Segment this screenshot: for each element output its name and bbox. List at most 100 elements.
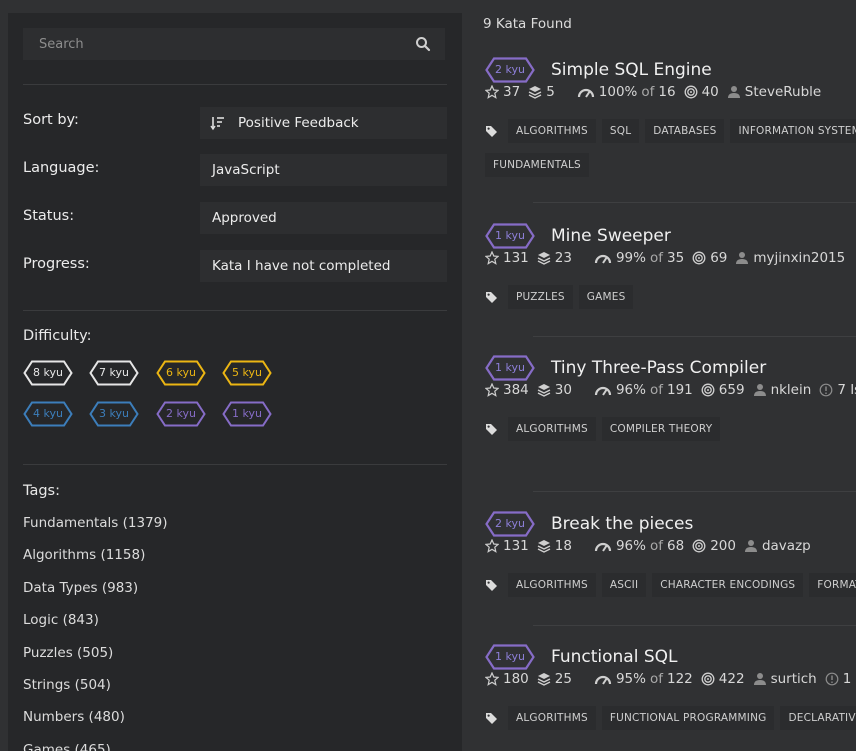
difficulty-4-kyu[interactable]: 4 kyu xyxy=(23,401,73,427)
kata-results: 9 Kata Found 2 kyu Simple SQL Engine 37 5 10… xyxy=(463,0,856,751)
kata-author-link[interactable]: surtich xyxy=(771,671,817,687)
of-word: of xyxy=(649,671,663,687)
kata-stats: 180 25 95% of 122 422 surtich 1 xyxy=(485,671,856,687)
author-icon xyxy=(744,540,757,552)
kata-card: 2 kyu Break the pieces 131 18 96% of 68 200 dava… xyxy=(463,511,856,641)
kata-rank-label: 1 kyu xyxy=(495,361,525,374)
language-select[interactable]: JavaScript xyxy=(200,154,447,186)
satisfaction-icon xyxy=(594,254,612,264)
kata-title-link[interactable]: Tiny Three-Pass Compiler xyxy=(551,355,766,381)
kata-votes: 35 xyxy=(667,250,685,266)
star-icon xyxy=(485,85,499,99)
difficulty-2-kyu[interactable]: 2 kyu xyxy=(156,401,206,427)
kata-title-link[interactable]: Functional SQL xyxy=(551,644,678,670)
difficulty-1-kyu[interactable]: 1 kyu xyxy=(222,401,272,427)
difficulty-label: 5 kyu xyxy=(232,366,262,379)
collections-icon xyxy=(537,540,551,553)
kata-tag[interactable]: INFORMATION SYSTEMS xyxy=(730,119,856,143)
tag-filter-item[interactable]: Algorithms (1158) xyxy=(23,547,168,579)
tag-icon xyxy=(486,423,497,435)
kata-tag[interactable]: ALGORITHMS xyxy=(508,417,596,441)
kata-tags: ALGORITHMS SQL DATABASES INFORMATION SYSTEM… xyxy=(485,119,856,143)
kata-tag[interactable]: ALGORITHMS xyxy=(508,119,596,143)
kata-tag[interactable]: DECLARATIVE P xyxy=(780,706,856,730)
kata-rank-label: 2 kyu xyxy=(495,63,525,76)
status-value: Approved xyxy=(212,210,277,226)
difficulty-7-kyu[interactable]: 7 kyu xyxy=(89,360,139,386)
status-select[interactable]: Approved xyxy=(200,202,447,234)
kata-tag[interactable]: ALGORITHMS xyxy=(508,573,596,597)
search-icon[interactable] xyxy=(415,36,431,52)
tag-filter-item[interactable]: Games (465) xyxy=(23,742,168,751)
kata-title-link[interactable]: Simple SQL Engine xyxy=(551,57,712,83)
satisfaction-icon xyxy=(594,386,612,396)
tag-filter-item[interactable]: Numbers (480) xyxy=(23,709,168,741)
sort-label: Sort by: xyxy=(23,112,79,128)
tag-filter-item[interactable]: Logic (843) xyxy=(23,612,168,644)
difficulty-label: 2 kyu xyxy=(166,407,196,420)
kata-author-link[interactable]: davazp xyxy=(762,538,811,554)
divider xyxy=(23,84,447,85)
kata-author-link[interactable]: myjinxin2015 xyxy=(753,250,845,266)
kata-tag[interactable]: COMPILER THEORY xyxy=(601,417,721,441)
search-input[interactable] xyxy=(37,35,415,53)
kata-stats: 37 5 100% of 16 40 SteveRuble xyxy=(485,84,829,100)
difficulty-6-kyu[interactable]: 6 kyu xyxy=(156,360,206,386)
tag-filter-item[interactable]: Strings (504) xyxy=(23,677,168,709)
difficulty-label: 3 kyu xyxy=(99,407,129,420)
kata-tag[interactable]: GAMES xyxy=(578,285,634,309)
kata-tag[interactable]: SQL xyxy=(601,119,640,143)
issues-icon xyxy=(825,672,839,686)
kata-rank-label: 2 kyu xyxy=(495,517,525,530)
kata-tag[interactable]: ASCII xyxy=(601,573,647,597)
kata-tag[interactable]: FORMATS xyxy=(809,573,856,597)
kata-tag[interactable]: ALGORITHMS xyxy=(508,706,596,730)
kata-completed: 659 xyxy=(718,382,745,398)
tag-icon xyxy=(486,125,497,137)
difficulty-3-kyu[interactable]: 3 kyu xyxy=(89,401,139,427)
progress-label: Progress: xyxy=(23,256,90,272)
kata-author-link[interactable]: nklein xyxy=(771,382,812,398)
sort-select[interactable]: Positive Feedback xyxy=(200,107,447,139)
difficulty-8-kyu[interactable]: 8 kyu xyxy=(23,360,73,386)
kata-tag[interactable]: PUZZLES xyxy=(508,285,573,309)
kata-tags: ALGORITHMSASCIICHARACTER ENCODINGSFORMAT… xyxy=(485,573,856,597)
kata-collections: 30 xyxy=(554,382,572,398)
search-bar[interactable] xyxy=(23,28,445,60)
tag-filter-item[interactable]: Puzzles (505) xyxy=(23,645,168,677)
tag-list: Fundamentals (1379) Algorithms (1158) Da… xyxy=(23,515,168,751)
kata-rank-label: 1 kyu xyxy=(495,650,525,663)
tag-filter-item[interactable]: Fundamentals (1379) xyxy=(23,515,168,547)
kata-completed: 422 xyxy=(718,671,745,687)
kata-tag[interactable]: DATABASES xyxy=(645,119,725,143)
completed-icon xyxy=(684,85,698,99)
star-icon xyxy=(485,672,499,686)
status-label: Status: xyxy=(23,208,75,224)
kata-rank-badge: 1 kyu xyxy=(485,223,535,249)
kata-card: 1 kyu Tiny Three-Pass Compiler 384 30 96% of 1… xyxy=(463,355,856,485)
progress-select[interactable]: Kata I have not completed xyxy=(200,250,447,282)
sort-icon xyxy=(210,117,224,131)
kata-stars: 131 xyxy=(503,250,529,266)
kata-tag[interactable]: FUNDAMENTALS xyxy=(485,153,589,177)
difficulty-5-kyu[interactable]: 5 kyu xyxy=(222,360,272,386)
collections-icon xyxy=(537,252,551,265)
star-icon xyxy=(485,383,499,397)
tag-filter-item[interactable]: Data Types (983) xyxy=(23,580,168,612)
kata-author-link[interactable]: SteveRuble xyxy=(745,84,821,100)
kata-title-link[interactable]: Break the pieces xyxy=(551,511,693,537)
kata-collections: 25 xyxy=(554,671,572,687)
kata-rank-badge: 2 kyu xyxy=(485,511,535,537)
of-word: of xyxy=(649,250,663,266)
completed-icon xyxy=(701,383,715,397)
kata-tags: ALGORITHMS FUNCTIONAL PROGRAMMING DECLARAT… xyxy=(485,706,856,730)
difficulty-label: 1 kyu xyxy=(232,407,262,420)
kata-tag[interactable]: FUNCTIONAL PROGRAMMING xyxy=(601,706,775,730)
collections-icon xyxy=(528,86,542,99)
kata-tag[interactable]: CHARACTER ENCODINGS xyxy=(652,573,804,597)
kata-issues: 1 xyxy=(842,671,852,687)
kata-title-link[interactable]: Mine Sweeper xyxy=(551,223,671,249)
issues-icon xyxy=(819,383,833,397)
kata-satisfaction: 99% xyxy=(615,250,646,266)
kata-votes: 191 xyxy=(667,382,693,398)
